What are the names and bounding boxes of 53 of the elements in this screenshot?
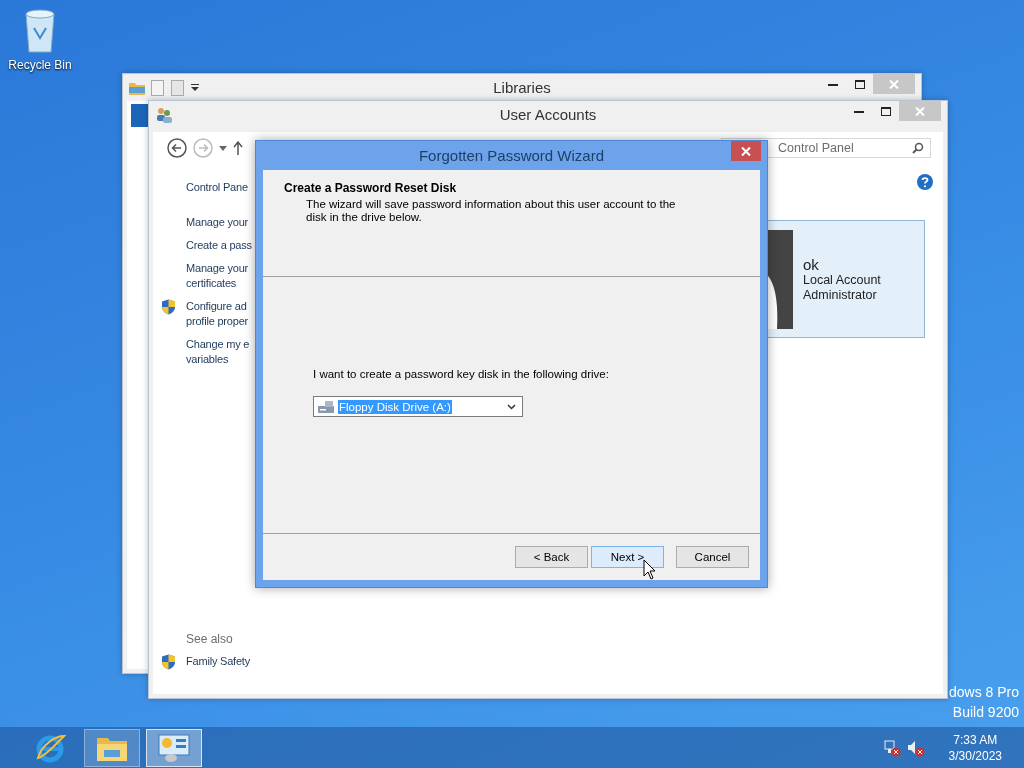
drive-prompt: I want to create a password key disk in the following drive: — [313, 368, 610, 380]
help-icon[interactable] — [917, 174, 933, 190]
taskbar-button[interactable] — [84, 728, 140, 767]
sidebar-link[interactable]: Manage your certificates — [186, 261, 248, 291]
wizard-button[interactable]: Next > — [591, 546, 664, 568]
close-icon — [741, 146, 751, 156]
sidebar-link[interactable]: Configure ad profile proper — [186, 299, 248, 329]
close-button[interactable] — [731, 141, 761, 161]
document-icon — [151, 79, 165, 96]
window-title: Libraries — [493, 79, 551, 96]
maximize-icon — [854, 79, 865, 89]
close-icon — [889, 79, 899, 89]
see-also-heading: See also — [186, 632, 234, 646]
cursor-icon — [643, 559, 656, 580]
minimize-icon — [827, 82, 838, 86]
close-icon — [915, 106, 925, 116]
wizard-button[interactable]: < Back — [515, 546, 588, 568]
sidebar-link[interactable]: Manage your — [186, 215, 248, 230]
sidebar-link[interactable]: Family Safety — [186, 654, 251, 669]
wizard-description: The wizard will save password information about this user account to the disk in the drive below. — [306, 198, 677, 224]
sidebar-link[interactable]: Create a pass — [186, 238, 252, 253]
control-panel-icon — [158, 732, 190, 763]
window-title: User Accounts — [499, 106, 597, 123]
minimize-icon — [853, 109, 864, 113]
edition-text: dows 8 Pro — [948, 684, 1019, 700]
document-icon — [171, 79, 185, 96]
folder-icon — [129, 80, 145, 95]
caret-icon[interactable] — [191, 83, 199, 92]
floppy-drive-icon — [317, 399, 335, 414]
maximize-icon — [880, 106, 891, 116]
recycle-bin-icon[interactable] — [22, 6, 58, 54]
network-error-icon[interactable] — [882, 738, 901, 757]
wizard-button[interactable]: Cancel — [676, 546, 749, 568]
account-type: Local Account — [803, 272, 881, 288]
search-icon[interactable] — [912, 142, 924, 154]
clock[interactable]: 7:33 AM 3/30/2023 — [948, 731, 1002, 764]
edition-text: Build 9200 — [952, 704, 1019, 720]
sidebar-link[interactable]: Change my e variables — [186, 337, 250, 367]
users-icon — [155, 106, 173, 123]
shield-icon — [161, 299, 176, 315]
sidebar-link[interactable]: Control Pane — [186, 180, 248, 195]
shield-icon — [161, 654, 176, 670]
taskbar-button[interactable] — [146, 728, 202, 767]
caret-icon[interactable] — [219, 145, 227, 151]
up-icon[interactable] — [233, 141, 243, 155]
file-tab[interactable] — [131, 104, 151, 127]
account-role: Administrator — [803, 287, 878, 303]
wizard-heading: Create a Password Reset Disk — [284, 181, 458, 195]
chevron-down-icon — [507, 403, 516, 410]
desktop-icon-label[interactable]: Recycle Bin — [8, 58, 72, 72]
dialog-title: Forgotten Password Wizard — [418, 147, 605, 164]
back-icon[interactable] — [167, 138, 187, 158]
account-name: ok — [803, 255, 820, 273]
